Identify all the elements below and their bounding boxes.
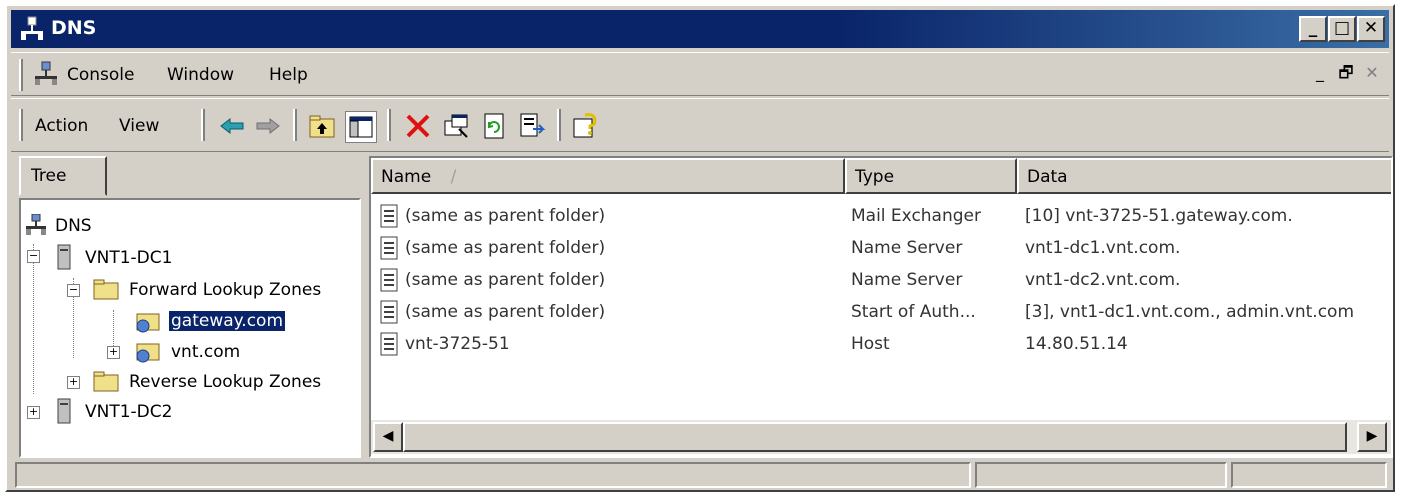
mdi-close-button[interactable]: ✕ (1359, 61, 1385, 87)
tree-connector (33, 244, 34, 394)
zone-icon (136, 313, 160, 333)
mdi-minimize-button[interactable]: _ (1307, 61, 1333, 87)
tree-label-gateway-zone: gateway.com (169, 311, 286, 331)
record-icon (380, 236, 398, 260)
dns-window: DNS _ □ ✕ Console Window Help _ 🗗 ✕ Acti… (5, 4, 1395, 492)
record-icon (380, 204, 398, 228)
dns-app-icon (21, 16, 43, 40)
cell-type: Name Server (851, 270, 963, 290)
table-row[interactable]: (same as parent folder) Mail Exchanger [… (371, 200, 1391, 232)
record-icon (380, 332, 398, 356)
cell-type: Host (851, 334, 890, 354)
table-row[interactable]: (same as parent folder) Start of Auth...… (371, 296, 1391, 328)
tree-label-forward-zones: Forward Lookup Zones (129, 280, 322, 300)
scroll-right-button[interactable]: ▶ (1357, 422, 1387, 452)
tree-label-server2: VNT1-DC2 (85, 402, 173, 422)
column-header-type[interactable]: Type (845, 158, 1017, 194)
mdi-restore-button[interactable]: 🗗 (1333, 61, 1359, 87)
back-arrow-icon[interactable] (217, 111, 247, 141)
tab-tree[interactable]: Tree (19, 156, 107, 196)
toolbar-separator (387, 109, 391, 141)
menu-window[interactable]: Window (167, 65, 234, 85)
column-header-name[interactable]: Name / (371, 158, 845, 194)
status-panel (1231, 462, 1387, 488)
console-icon (35, 61, 57, 85)
close-button[interactable]: ✕ (1357, 16, 1385, 42)
menu-bar: Console Window Help _ 🗗 ✕ (11, 52, 1389, 96)
folder-icon (93, 371, 119, 392)
server-icon (57, 244, 71, 270)
toolbar: Action View (11, 98, 1389, 152)
menu-action[interactable]: Action (35, 116, 88, 136)
toolbar-separator (293, 109, 297, 141)
collapse-toggle[interactable]: − (27, 250, 40, 263)
dns-icon (26, 214, 46, 235)
status-panel (15, 462, 971, 488)
tree-label-dns: DNS (55, 216, 92, 236)
cell-type: Name Server (851, 238, 963, 258)
folder-icon (93, 279, 119, 300)
refresh-icon[interactable] (479, 111, 509, 141)
menu-help[interactable]: Help (269, 65, 308, 85)
toolbar-separator (557, 109, 561, 141)
menu-view[interactable]: View (119, 116, 159, 136)
zone-icon (136, 343, 160, 363)
tree-connector (113, 310, 114, 350)
expand-toggle[interactable]: + (107, 346, 120, 359)
server-icon (57, 398, 71, 424)
export-list-icon[interactable] (517, 111, 547, 141)
horizontal-scrollbar[interactable]: ◀ ▶ (371, 420, 1391, 454)
tree-pane: Tree DNS − VNT1-DC1 − Forward Lookup Zon… (19, 156, 361, 458)
minimize-button[interactable]: _ (1299, 16, 1327, 42)
table-row[interactable]: (same as parent folder) Name Server vnt1… (371, 232, 1391, 264)
tree-label-reverse-zones: Reverse Lookup Zones (129, 372, 322, 392)
cell-data: vnt1-dc2.vnt.com. (1025, 270, 1181, 290)
title-bar[interactable]: DNS _ □ ✕ (11, 10, 1389, 48)
properties-icon[interactable] (441, 111, 471, 141)
toolbar-separator (201, 109, 205, 141)
cell-data: vnt1-dc1.vnt.com. (1025, 238, 1181, 258)
cell-name: (same as parent folder) (405, 302, 606, 322)
maximize-button[interactable]: □ (1328, 16, 1356, 42)
record-icon (380, 300, 398, 324)
window-title: DNS (51, 17, 97, 39)
expand-toggle[interactable]: + (27, 406, 40, 419)
help-icon[interactable] (571, 111, 601, 141)
cell-type: Mail Exchanger (851, 206, 981, 226)
collapse-toggle[interactable]: − (67, 284, 80, 297)
sort-indicator: / (450, 167, 457, 187)
cell-data: [10] vnt-3725-51.gateway.com. (1025, 206, 1293, 226)
cell-data: [3], vnt1-dc1.vnt.com., admin.vnt.com (1025, 302, 1355, 322)
expand-toggle[interactable]: + (67, 376, 80, 389)
cell-data: 14.80.51.14 (1025, 334, 1128, 354)
toolbar-grip[interactable] (19, 109, 23, 141)
scroll-thumb[interactable] (403, 422, 1347, 452)
menu-grip[interactable] (19, 59, 23, 91)
status-panel (975, 462, 1227, 488)
details-list: Name / Type Data (same as parent folder)… (369, 156, 1393, 458)
forward-arrow-icon[interactable] (253, 111, 283, 141)
show-hide-tree-icon[interactable] (345, 111, 377, 143)
up-folder-icon[interactable] (307, 111, 337, 141)
column-name-label: Name (381, 167, 432, 187)
tree-label-vnt-zone: vnt.com (171, 342, 241, 362)
cell-name: (same as parent folder) (405, 206, 606, 226)
console-tree[interactable]: DNS − VNT1-DC1 − Forward Lookup Zones ga… (19, 198, 361, 458)
status-bar (11, 460, 1389, 490)
menu-console[interactable]: Console (67, 65, 135, 85)
delete-icon[interactable] (403, 111, 433, 141)
tree-label-server1: VNT1-DC1 (85, 248, 173, 268)
scroll-left-button[interactable]: ◀ (373, 422, 403, 452)
table-row[interactable]: (same as parent folder) Name Server vnt1… (371, 264, 1391, 296)
cell-type: Start of Auth... (851, 302, 976, 322)
cell-name: (same as parent folder) (405, 238, 606, 258)
cell-name: vnt-3725-51 (405, 334, 510, 354)
cell-name: (same as parent folder) (405, 270, 606, 290)
table-row[interactable]: vnt-3725-51 Host 14.80.51.14 (371, 328, 1391, 360)
column-header-data[interactable]: Data (1017, 158, 1391, 194)
record-icon (380, 268, 398, 292)
